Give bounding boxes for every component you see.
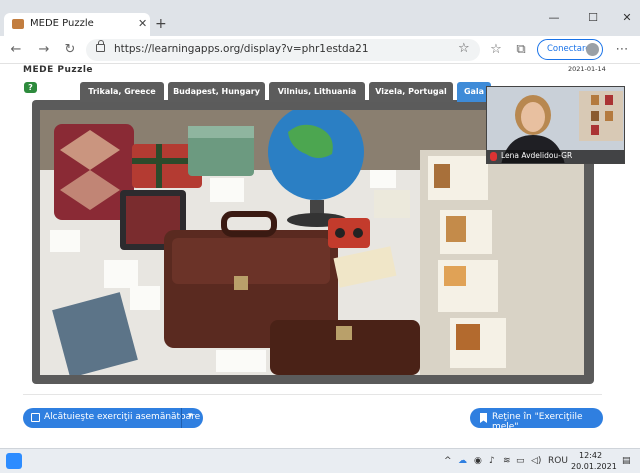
edit-icon — [31, 413, 40, 422]
back-arrow-icon[interactable]: ← — [8, 42, 24, 58]
puzzle-tab-trikala[interactable]: Trikala, Greece — [80, 82, 164, 102]
new-tab-button[interactable]: + — [155, 17, 167, 31]
wifi-icon[interactable]: ≋ — [503, 456, 511, 466]
save-to-my-exercises-button[interactable]: Reţine în "Exerciţiile mele" — [470, 408, 603, 432]
tab-bar: MEDE Puzzle ✕ + — ☐ ✕ — [0, 0, 640, 36]
mic-muted-icon — [490, 152, 497, 161]
clock-time[interactable]: 12:42 — [579, 451, 602, 460]
minimize-button[interactable]: — — [547, 11, 561, 25]
sign-in-label: Conectare — [547, 44, 591, 54]
chevron-up-icon[interactable]: ^ — [444, 456, 452, 466]
maximize-button[interactable]: ☐ — [586, 11, 600, 25]
close-tab-icon[interactable]: ✕ — [138, 17, 147, 30]
bookmark-icon — [480, 413, 487, 423]
favicon-icon — [12, 19, 24, 29]
favorites-icon[interactable]: ☆ — [488, 42, 504, 58]
puzzle-tab-vilnius[interactable]: Vilnius, Lithuania — [269, 82, 365, 102]
favorite-star-icon[interactable]: ☆ — [458, 41, 470, 56]
display-icon[interactable]: ▭ — [516, 456, 525, 466]
cloud-icon[interactable]: ☁ — [458, 456, 467, 466]
app-date: 2021-01-14 — [568, 65, 606, 73]
close-window-button[interactable]: ✕ — [620, 11, 634, 25]
sign-in-button[interactable]: Conectare — [537, 39, 603, 60]
app-title: MEDE Puzzle — [23, 65, 94, 75]
divider — [23, 394, 602, 395]
participant-label-bar: Lena Avdelidou-GR — [487, 150, 624, 163]
windows-taskbar: ^ ☁ ◉ ♪ ≋ ▭ ◁) ROU 12:42 20.01.2021 ▤ — [0, 448, 640, 473]
url-text[interactable]: https://learningapps.org/display?v=phr1e… — [114, 43, 369, 55]
browser-window: MEDE Puzzle ✕ + — ☐ ✕ ← → ↻ https://lear… — [0, 0, 640, 473]
participant-name: Lena Avdelidou-GR — [501, 151, 573, 160]
language-indicator[interactable]: ROU — [548, 456, 568, 466]
video-call-tile[interactable]: Lena Avdelidou-GR — [486, 86, 625, 164]
page-content: MEDE Puzzle 2021-01-14 ? Trikala, Greece… — [0, 64, 640, 448]
network-icon[interactable]: ◉ — [474, 456, 482, 466]
navigation-bar: ← → ↻ https://learningapps.org/display?v… — [0, 36, 640, 64]
chevron-down-icon[interactable]: ▾ — [188, 411, 193, 421]
avatar-icon — [586, 43, 599, 56]
notification-icon[interactable]: ▤ — [622, 456, 631, 466]
tab-title: MEDE Puzzle — [30, 18, 94, 29]
tab-mede-puzzle[interactable]: MEDE Puzzle ✕ — [4, 13, 150, 36]
puzzle-tab-budapest[interactable]: Budapest, Hungary — [168, 82, 265, 102]
zoom-app-icon[interactable] — [6, 453, 22, 469]
collections-icon[interactable]: ⧉ — [513, 42, 529, 58]
save-label: Reţine în "Exerciţiile mele" — [492, 412, 583, 432]
forward-arrow-icon[interactable]: → — [36, 42, 52, 58]
create-similar-label: Alcătuieşte exerciţii asemănătoare — [44, 412, 201, 422]
clock-date[interactable]: 20.01.2021 — [571, 462, 617, 471]
more-menu-icon[interactable]: ⋯ — [614, 42, 630, 58]
puzzle-tab-vizela[interactable]: Vizela, Portugal — [369, 82, 453, 102]
microphone-icon[interactable]: ♪ — [489, 456, 495, 466]
refresh-icon[interactable]: ↻ — [62, 42, 78, 58]
button-separator — [181, 408, 182, 428]
create-similar-button[interactable]: Alcătuieşte exerciţii asemănătoare ▾ — [23, 408, 203, 428]
lock-icon — [96, 40, 105, 52]
address-bar[interactable]: https://learningapps.org/display?v=phr1e… — [86, 39, 480, 61]
volume-icon[interactable]: ◁) — [531, 456, 541, 466]
